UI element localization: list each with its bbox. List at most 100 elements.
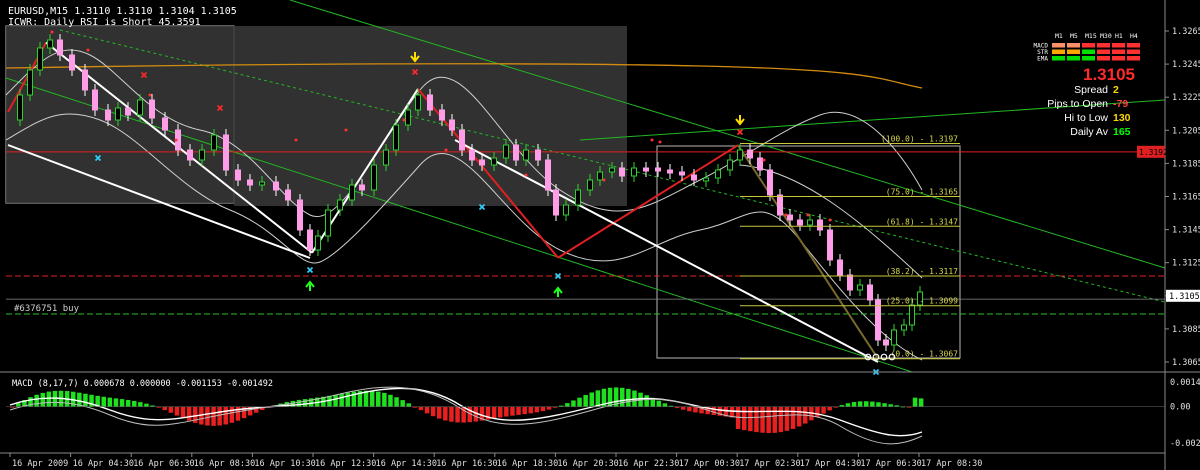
macd-bar (107, 397, 113, 407)
macd-bar (790, 406, 796, 429)
signal-cell (1097, 43, 1110, 48)
macd-bar (168, 406, 174, 413)
macd-bar (851, 402, 857, 407)
candle-body (523, 149, 529, 161)
macd-bar (626, 388, 631, 407)
macd-bar (394, 397, 399, 407)
candle-body (901, 324, 907, 331)
macd-bar (180, 406, 186, 419)
y-tick-label: 1.3145 (1172, 226, 1200, 236)
signal-dot (658, 140, 662, 144)
macd-bar (186, 406, 192, 421)
signal-dot (86, 48, 90, 52)
macd-bar (162, 406, 167, 411)
stat-label: Spread (1074, 84, 1108, 96)
candle-body (777, 194, 783, 216)
macd-bar (583, 394, 588, 407)
x-tick-label: 17 Apr 04:30 (800, 459, 861, 469)
signal-cell (1082, 49, 1095, 54)
candle-body (469, 149, 475, 161)
macd-bar (693, 406, 698, 413)
price-chart[interactable]: (100.0) - 1.3197 (75.0) - 1.3165 (61.8) - … (0, 0, 1200, 470)
stat-value: 165 (1113, 126, 1131, 138)
stat-value: -79 (1113, 98, 1128, 110)
macd-bar (760, 406, 765, 433)
stat-value: 2 (1113, 84, 1119, 96)
candle-body (459, 129, 465, 151)
x-tick-label: 16 Apr 18:30 (497, 459, 558, 469)
y-tick-label: 1.3065 (1172, 358, 1200, 368)
signal-dot (148, 93, 152, 97)
x-tick-label: 16 Apr 22:30 (618, 459, 679, 469)
macd-bar (333, 394, 338, 407)
x-tick-label: 17 Apr 08:30 (921, 459, 982, 469)
candle-body (757, 157, 763, 171)
candle-body (125, 107, 131, 116)
macd-bar (40, 392, 45, 407)
macd-bar (491, 406, 497, 419)
macd-bar (449, 406, 454, 422)
stat-label: Daily Av (1070, 126, 1108, 138)
macd-bar (455, 406, 460, 423)
signal-cell (1082, 56, 1095, 61)
candle-body (787, 214, 793, 221)
candle-body (655, 167, 661, 172)
candle-body (575, 189, 581, 206)
candle-body (503, 144, 509, 159)
candle-body (149, 99, 155, 119)
x-tick-label: 16 Apr 08:30 (194, 459, 255, 469)
signal-dot (806, 213, 810, 217)
candle-body (807, 219, 813, 226)
chart-window: (100.0) - 1.3197 (75.0) - 1.3165 (61.8) - … (0, 0, 1200, 470)
macd-bar (223, 406, 228, 425)
signal-dot (524, 173, 528, 177)
signal-cell (1097, 49, 1110, 54)
candle-body (359, 184, 365, 191)
fib-level-label: (38.2) - 1.3117 (886, 267, 958, 276)
candle-body (137, 99, 143, 116)
macd-bar (821, 406, 826, 414)
macd-bar (205, 406, 210, 426)
candle-body (619, 167, 625, 177)
signal-dot (294, 138, 298, 142)
macd-bar (406, 403, 411, 407)
macd-bar (766, 406, 771, 434)
candle-body (597, 171, 603, 181)
fib-level-label: (61.8) - 1.3147 (886, 217, 958, 226)
candle-body (909, 304, 915, 326)
macd-bar (528, 406, 533, 414)
candle-body (867, 284, 873, 301)
candle-body (371, 164, 377, 191)
candle-body (449, 119, 455, 131)
macd-bar (656, 400, 662, 407)
macd-bar (174, 406, 180, 416)
dashboard-row-label: EMA (1037, 56, 1048, 63)
signal-cell (1052, 43, 1065, 48)
stat-label: Pips to Open (1047, 98, 1108, 110)
macd-title: MACD (8,17,7) 0.000678 0.000000 -0.00115… (12, 379, 273, 389)
macd-bar (870, 401, 875, 407)
macd-bar (400, 400, 405, 407)
candle-body (199, 149, 205, 161)
candle-body (307, 229, 313, 251)
macd-bar (912, 397, 918, 407)
macd-bar (83, 393, 88, 407)
candle-body (223, 134, 229, 171)
candle-body (817, 219, 823, 231)
candle-body (315, 235, 321, 251)
candle-body (587, 179, 593, 191)
macd-bar (113, 398, 119, 407)
candle-body (47, 39, 53, 49)
macd-bar (302, 399, 308, 407)
macd-bar (687, 406, 692, 412)
candle-body (553, 189, 559, 216)
signal-cell (1052, 56, 1065, 61)
candle-body (297, 199, 303, 231)
candle-body (259, 181, 265, 186)
macd-bar (662, 403, 668, 407)
macd-bar (534, 406, 540, 413)
macd-bar (845, 403, 851, 407)
signal-dot (602, 178, 606, 182)
x-tick-label: 16 Apr 16:30 (436, 459, 497, 469)
signal-cell (1082, 43, 1095, 48)
